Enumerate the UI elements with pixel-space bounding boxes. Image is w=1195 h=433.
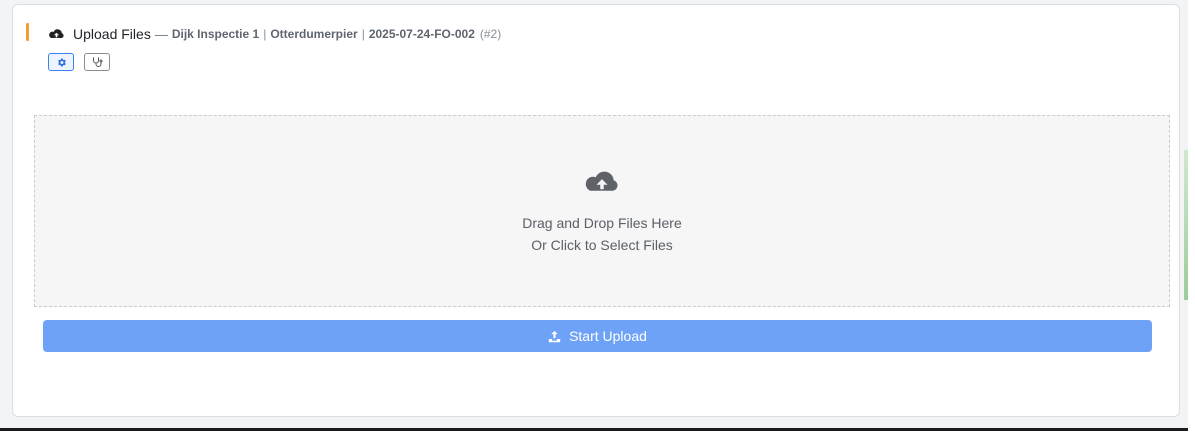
cloud-upload-icon (585, 171, 618, 191)
dropzone-instruction: Drag and Drop Files Here (522, 215, 682, 231)
page-title: Upload Files (73, 26, 151, 42)
start-upload-button[interactable]: Start Upload (43, 320, 1152, 352)
stethoscope-button[interactable] (84, 53, 110, 71)
project-name: Dijk Inspectie 1 (171, 27, 260, 41)
site-name: Otterdumerpier (270, 27, 358, 41)
breadcrumb-divider: | (263, 27, 267, 41)
breadcrumb-divider: | (361, 27, 365, 41)
gear-icon (57, 57, 66, 67)
settings-button[interactable] (48, 53, 74, 71)
accent-bar (26, 23, 29, 41)
toolbar (48, 53, 110, 71)
upload-icon (548, 330, 561, 342)
title-separator: — (154, 26, 168, 42)
inspection-code: 2025-07-24-FO-002 (368, 27, 475, 41)
window: Upload Files — Dijk Inspectie 1 | Otterd… (0, 0, 1188, 431)
stethoscope-icon (93, 57, 103, 67)
dropzone-subinstruction: Or Click to Select Files (531, 237, 673, 253)
cloud-upload-icon (49, 28, 64, 38)
background-window-edge (1184, 150, 1188, 300)
card-header: Upload Files — Dijk Inspectie 1 | Otterd… (48, 24, 501, 44)
start-upload-label: Start Upload (569, 328, 647, 344)
record-number: (#2) (479, 27, 502, 41)
file-dropzone[interactable]: Drag and Drop Files Here Or Click to Sel… (34, 115, 1170, 307)
